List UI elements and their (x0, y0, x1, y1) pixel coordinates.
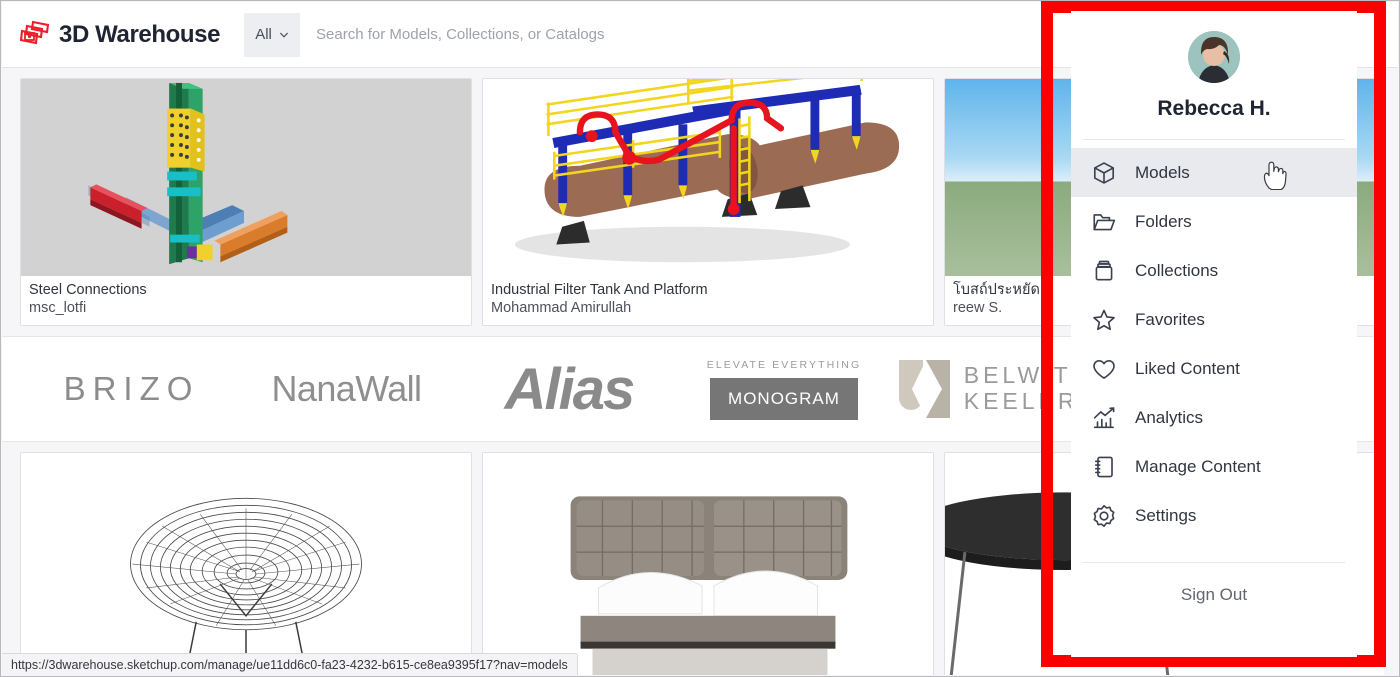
upholstered-bed-render (570, 496, 848, 675)
search-scope-dropdown[interactable]: All (244, 12, 301, 57)
model-meta: Steel Connections msc_lotfi (21, 276, 471, 325)
search-scope-label: All (255, 26, 272, 43)
menu-item-label: Collections (1135, 260, 1219, 280)
menu-item-models[interactable]: Models (1071, 148, 1357, 197)
monogram-logo[interactable]: ELEVATE EVERYTHING MONOGRAM (684, 354, 884, 424)
cube-icon (1093, 161, 1115, 184)
collections-icon (1095, 260, 1113, 280)
menu-item-settings[interactable]: Settings (1071, 491, 1357, 540)
menu-item-manage-content[interactable]: Manage Content (1071, 442, 1357, 491)
account-user-name: Rebecca H. (1157, 97, 1271, 120)
monogram-logo-text: MONOGRAM (710, 377, 858, 420)
nanawall-logo-text: NanaWall (271, 368, 423, 409)
gear-icon (1093, 504, 1115, 527)
brand-name: 3D Warehouse (59, 20, 221, 48)
alias-logo-text: Alias (504, 356, 636, 422)
menu-item-folders[interactable]: Folders (1071, 197, 1357, 246)
menu-item-label: Manage Content (1135, 456, 1261, 476)
heart-icon (1093, 359, 1115, 379)
status-bar-url: https://3dwarehouse.sketchup.com/manage/… (2, 653, 578, 675)
model-card[interactable] (482, 452, 934, 675)
model-author: Mohammad Amirullah (491, 300, 632, 317)
alias-logo[interactable]: Alias (454, 354, 684, 424)
model-thumbnail (483, 453, 933, 675)
filter-tank-render (514, 79, 900, 263)
model-meta: Industrial Filter Tank And Platform Moha… (483, 276, 933, 325)
model-title: Industrial Filter Tank And Platform (491, 282, 708, 299)
avatar[interactable] (1188, 31, 1240, 83)
pointing-hand-cursor (1263, 161, 1287, 190)
model-thumbnail (21, 79, 471, 277)
status-url-text: https://3dwarehouse.sketchup.com/manage/… (11, 657, 568, 672)
brand-logo-link[interactable]: 3D Warehouse (18, 19, 220, 51)
wireframe-chair-render (130, 497, 362, 675)
analytics-icon (1093, 406, 1115, 428)
browser-viewport: 3D Warehouse All Search for Models, Coll… (0, 0, 1400, 677)
user-avatar-icon (1188, 31, 1240, 83)
menu-item-label: Folders (1135, 211, 1192, 231)
menu-item-collections[interactable]: Collections (1071, 246, 1357, 295)
model-thumbnail (483, 79, 933, 277)
model-title: Steel Connections (29, 282, 147, 299)
menu-item-label: Liked Content (1135, 358, 1240, 378)
brizo-logo-text: BRIZO (63, 370, 200, 407)
account-dropdown-menu: Rebecca H. Models Folders Collections Fa… (1071, 11, 1357, 657)
belwith-keeler-mark-icon (898, 360, 950, 418)
page-right-edge (1384, 68, 1398, 675)
sign-out-button[interactable]: Sign Out (1071, 563, 1357, 605)
chevron-down-icon (279, 32, 288, 38)
model-thumbnail (21, 453, 471, 675)
3d-warehouse-logo-icon (19, 20, 50, 44)
star-icon (1093, 309, 1115, 330)
nanawall-logo[interactable]: NanaWall (239, 354, 454, 424)
monogram-tagline: ELEVATE EVERYTHING (706, 358, 862, 371)
folder-icon (1093, 213, 1116, 230)
menu-item-analytics[interactable]: Analytics (1071, 393, 1357, 442)
notebook-icon (1094, 456, 1113, 477)
menu-item-favorites[interactable]: Favorites (1071, 295, 1357, 344)
menu-item-liked-content[interactable]: Liked Content (1071, 344, 1357, 393)
model-card[interactable]: Steel Connections msc_lotfi (20, 78, 472, 326)
model-card[interactable]: Industrial Filter Tank And Platform Moha… (482, 78, 934, 326)
model-card[interactable] (20, 452, 472, 675)
menu-item-label: Analytics (1135, 407, 1204, 427)
account-menu-items: Models Folders Collections Favorites Lik… (1071, 140, 1357, 540)
model-author: msc_lotfi (29, 300, 87, 317)
brizo-logo[interactable]: BRIZO (24, 354, 239, 424)
menu-item-label: Favorites (1135, 309, 1205, 329)
menu-item-label: Models (1135, 162, 1190, 182)
steel-connection-render (88, 82, 288, 265)
menu-item-label: Settings (1135, 505, 1197, 525)
sign-out-section: Sign Out (1071, 562, 1357, 605)
